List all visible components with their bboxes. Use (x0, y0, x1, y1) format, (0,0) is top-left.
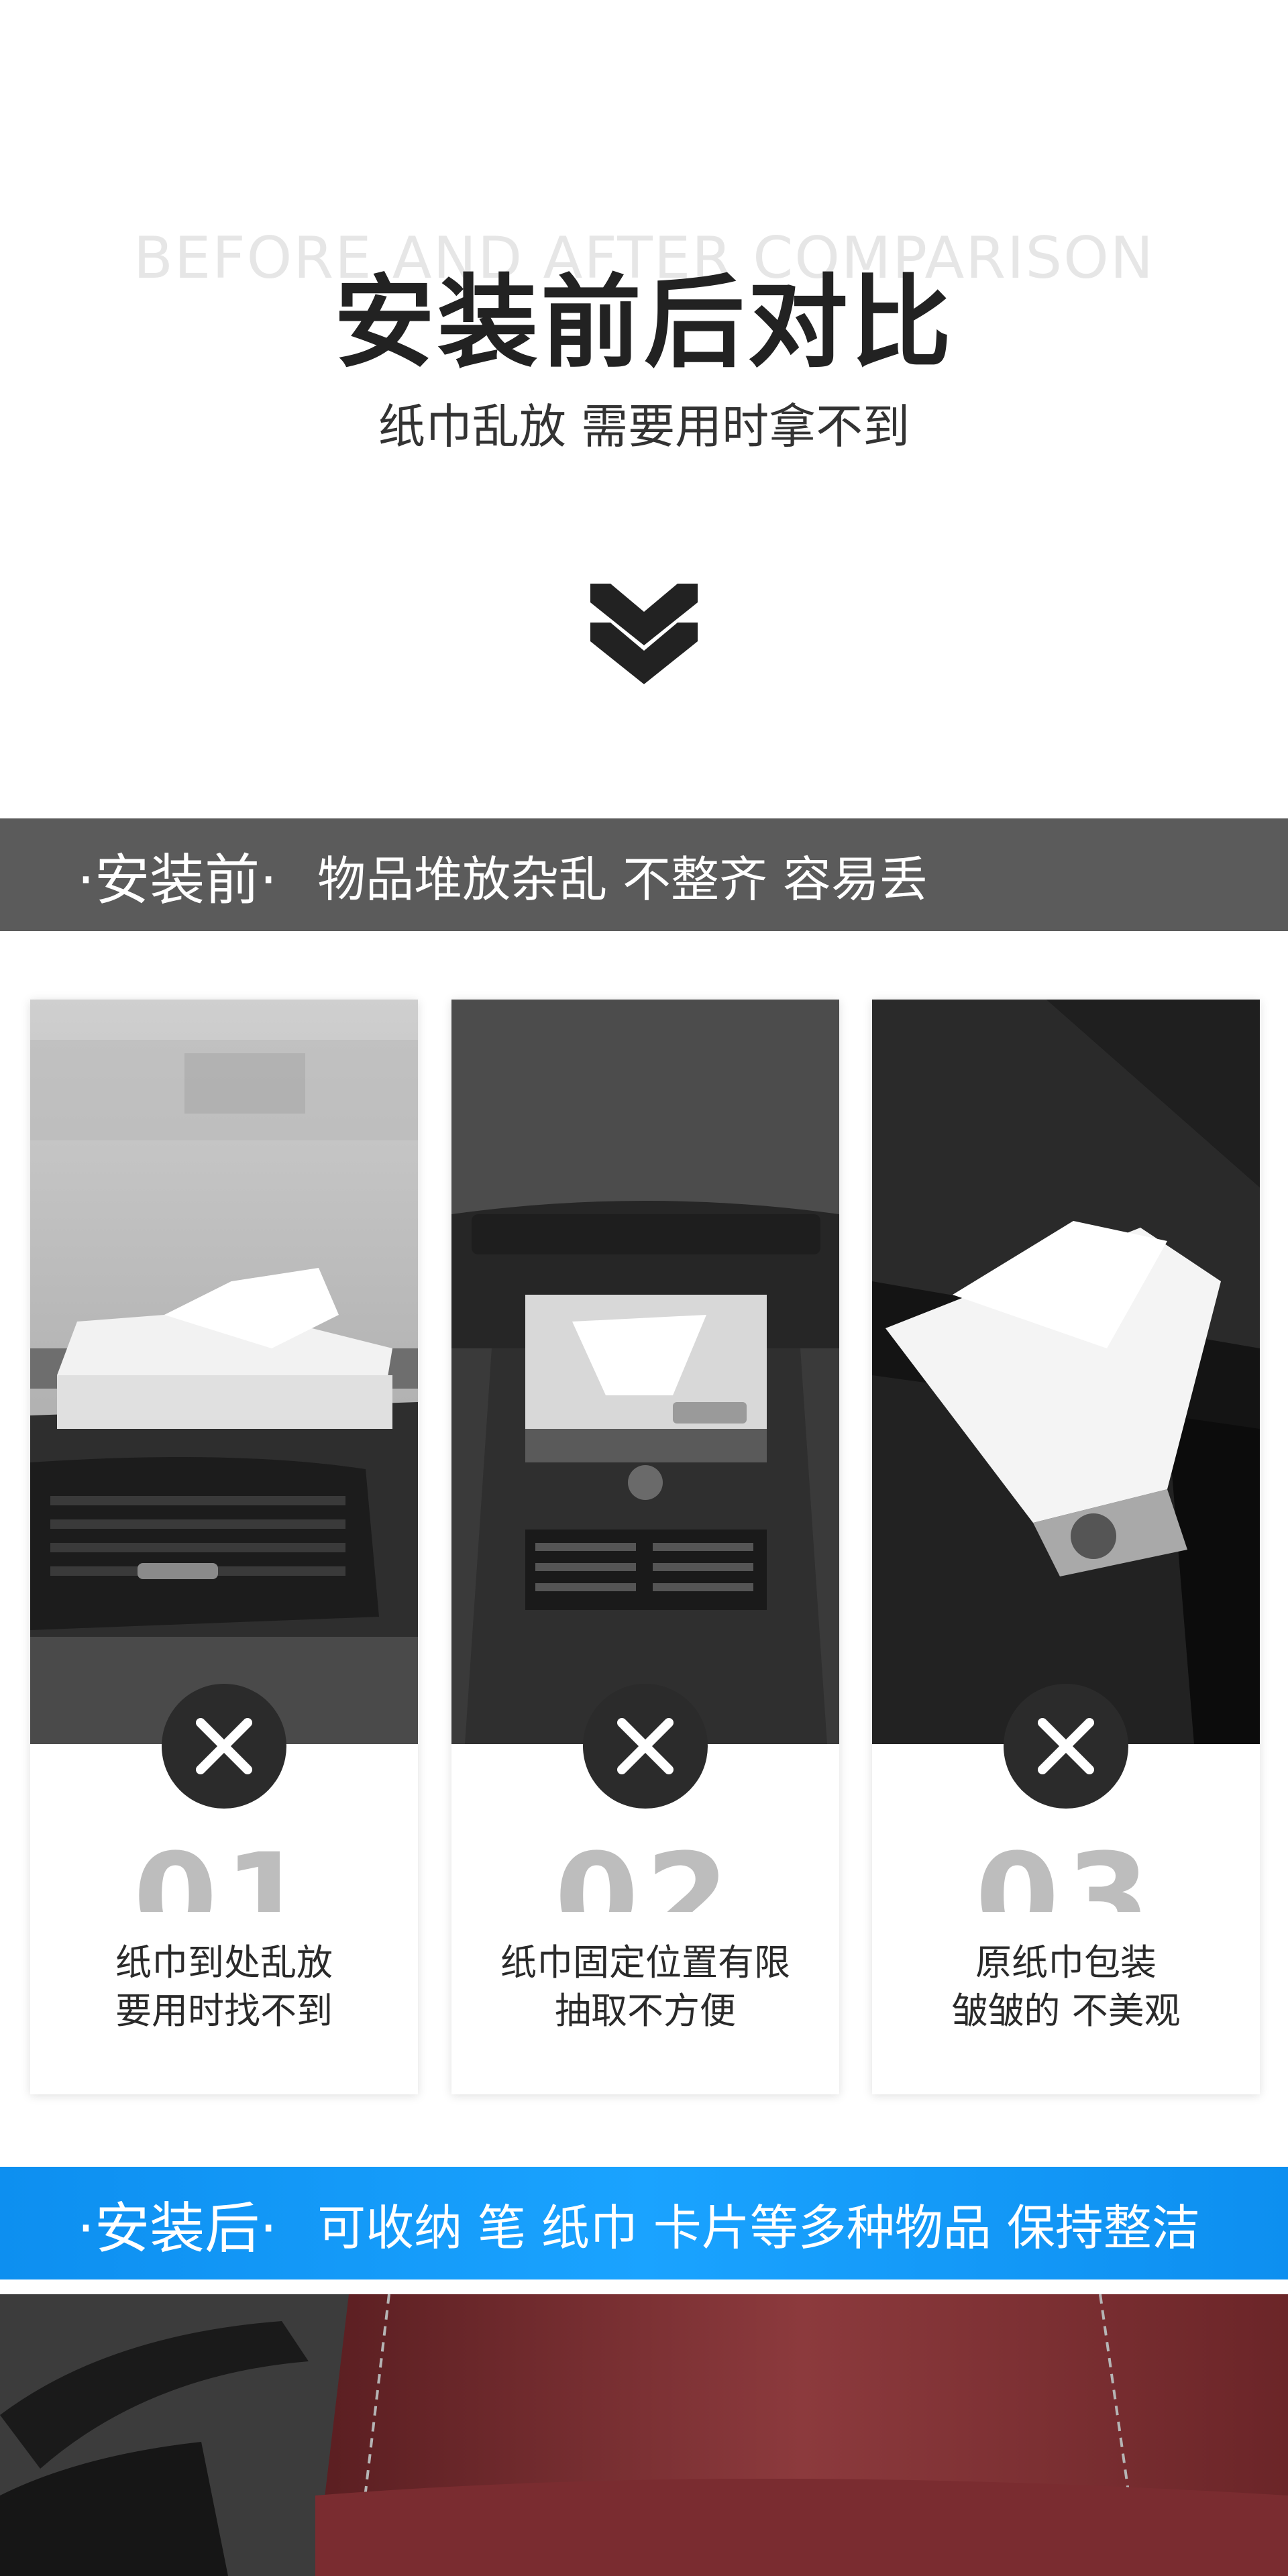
red-seat-photo (0, 2294, 1288, 2576)
before-description: 物品堆放杂乱 不整齐 容易丢 (317, 851, 928, 908)
card-number: 02 (554, 1838, 737, 1912)
comparison-card-3: 03 原纸巾包装 皱皱的 不美观 (872, 1000, 1260, 2094)
card-number: 03 (975, 1838, 1157, 1912)
card-description: 原纸巾包装 皱皱的 不美观 (951, 1941, 1181, 2032)
console-tissue-box-photo (451, 1000, 839, 1744)
after-tag: ·安装后· (77, 2196, 278, 2261)
comparison-card-2: 02 纸巾固定位置有限 抽取不方便 (451, 1000, 839, 2094)
page-title: 安装前后对比 (333, 265, 954, 382)
card-description: 纸巾到处乱放 要用时找不到 (115, 1941, 333, 2032)
card-number: 01 (133, 1838, 315, 1912)
dashboard-tissue-photo (30, 1000, 418, 1744)
before-banner: ·安装前· 物品堆放杂乱 不整齐 容易丢 (0, 818, 1288, 931)
before-tag: ·安装前· (77, 848, 278, 912)
x-icon (583, 1684, 708, 1809)
after-banner: ·安装后· 可收纳 笔 纸巾 卡片等多种物品 保持整洁 (0, 2167, 1288, 2279)
x-icon (162, 1684, 286, 1809)
armrest-tissue-photo (872, 1000, 1260, 1744)
after-description: 可收纳 笔 纸巾 卡片等多种物品 保持整洁 (317, 2199, 1200, 2256)
double-chevron-down-icon (590, 584, 698, 684)
card-description: 纸巾固定位置有限 抽取不方便 (500, 1941, 790, 2032)
comparison-card-1: 01 纸巾到处乱放 要用时找不到 (30, 1000, 418, 2094)
x-icon (1004, 1684, 1128, 1809)
page-subtitle: 纸巾乱放 需要用时拿不到 (378, 399, 910, 454)
